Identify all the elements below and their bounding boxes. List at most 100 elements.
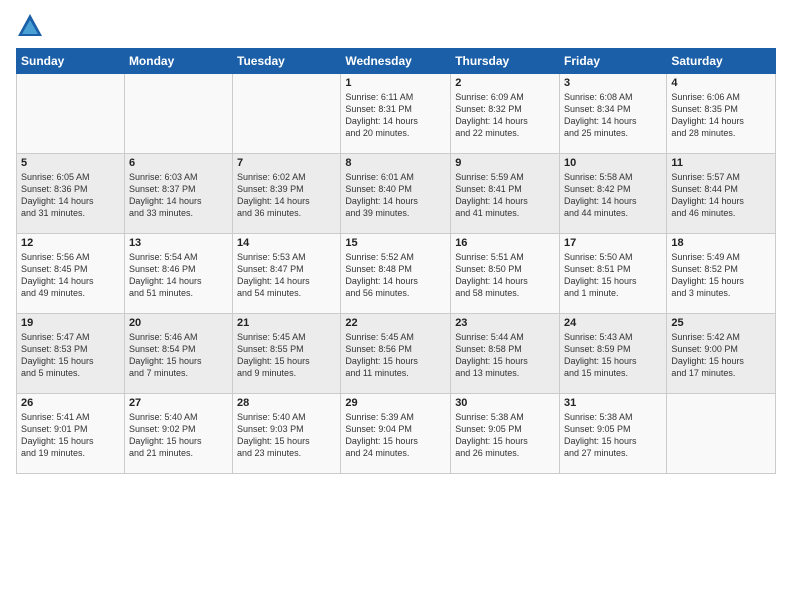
day-info: Sunrise: 6:06 AM Sunset: 8:35 PM Dayligh…	[671, 91, 771, 140]
calendar-week-2: 5 Sunrise: 6:05 AM Sunset: 8:36 PM Daylig…	[17, 154, 776, 234]
day-number: 4	[671, 77, 771, 89]
calendar-cell: 4 Sunrise: 6:06 AM Sunset: 8:35 PM Daylig…	[667, 74, 776, 154]
calendar-cell: 13Sunrise: 5:54 AM Sunset: 8:46 PM Dayli…	[124, 234, 232, 314]
calendar-cell: 28 Sunrise: 5:40 AM Sunset: 9:03 PM Dayli…	[233, 394, 341, 474]
day-number: 2	[455, 77, 555, 89]
day-number: 27	[129, 397, 228, 409]
day-info: Sunrise: 5:56 AM Sunset: 8:45 PM Dayligh…	[21, 251, 120, 300]
day-number: 19	[21, 317, 120, 329]
calendar-cell: 17 Sunrise: 5:50 AM Sunset: 8:51 PM Dayli…	[560, 234, 667, 314]
day-info: Sunrise: 5:59 AM Sunset: 8:41 PM Dayligh…	[455, 171, 555, 220]
calendar-cell: 7 Sunrise: 6:02 AM Sunset: 8:39 PM Daylig…	[233, 154, 341, 234]
day-info: Sunrise: 6:11 AM Sunset: 8:31 PM Dayligh…	[345, 91, 446, 140]
weekday-header-wednesday: Wednesday	[341, 49, 451, 74]
day-info: Sunrise: 6:08 AM Sunset: 8:34 PM Dayligh…	[564, 91, 662, 140]
day-info: Sunrise: 5:40 AM Sunset: 9:03 PM Dayligh…	[237, 411, 336, 460]
day-number: 18	[671, 237, 771, 249]
weekday-header-tuesday: Tuesday	[233, 49, 341, 74]
day-number: 17	[564, 237, 662, 249]
day-number: 28	[237, 397, 336, 409]
calendar-cell: 31 Sunrise: 5:38 AM Sunset: 9:05 PM Dayli…	[560, 394, 667, 474]
day-info: Sunrise: 5:38 AM Sunset: 9:05 PM Dayligh…	[455, 411, 555, 460]
day-info: Sunrise: 6:05 AM Sunset: 8:36 PM Dayligh…	[21, 171, 120, 220]
day-number: 7	[237, 157, 336, 169]
day-info: Sunrise: 5:50 AM Sunset: 8:51 PM Dayligh…	[564, 251, 662, 300]
calendar-cell: 8 Sunrise: 6:01 AM Sunset: 8:40 PM Daylig…	[341, 154, 451, 234]
calendar-cell: 14Sunrise: 5:53 AM Sunset: 8:47 PM Dayli…	[233, 234, 341, 314]
weekday-header-saturday: Saturday	[667, 49, 776, 74]
day-number: 12	[21, 237, 120, 249]
day-info: Sunrise: 5:49 AM Sunset: 8:52 PM Dayligh…	[671, 251, 771, 300]
day-number: 13	[129, 237, 228, 249]
day-number: 9	[455, 157, 555, 169]
calendar-cell: 26 Sunrise: 5:41 AM Sunset: 9:01 PM Dayli…	[17, 394, 125, 474]
day-info: Sunrise: 6:02 AM Sunset: 8:39 PM Dayligh…	[237, 171, 336, 220]
day-number: 24	[564, 317, 662, 329]
weekday-header-friday: Friday	[560, 49, 667, 74]
day-number: 15	[345, 237, 446, 249]
calendar-cell: 12 Sunrise: 5:56 AM Sunset: 8:45 PM Dayli…	[17, 234, 125, 314]
day-info: Sunrise: 5:52 AM Sunset: 8:48 PM Dayligh…	[345, 251, 446, 300]
day-info: Sunrise: 5:44 AM Sunset: 8:58 PM Dayligh…	[455, 331, 555, 380]
logo	[16, 12, 48, 40]
calendar-week-3: 12 Sunrise: 5:56 AM Sunset: 8:45 PM Dayli…	[17, 234, 776, 314]
day-info: Sunrise: 5:58 AM Sunset: 8:42 PM Dayligh…	[564, 171, 662, 220]
calendar-cell: 10 Sunrise: 5:58 AM Sunset: 8:42 PM Dayli…	[560, 154, 667, 234]
calendar-cell	[17, 74, 125, 154]
calendar-cell: 2Sunrise: 6:09 AM Sunset: 8:32 PM Daylig…	[451, 74, 560, 154]
day-number: 20	[129, 317, 228, 329]
page: SundayMondayTuesdayWednesdayThursdayFrid…	[0, 0, 792, 486]
day-number: 30	[455, 397, 555, 409]
day-number: 8	[345, 157, 446, 169]
day-number: 22	[345, 317, 446, 329]
day-info: Sunrise: 6:03 AM Sunset: 8:37 PM Dayligh…	[129, 171, 228, 220]
day-number: 31	[564, 397, 662, 409]
day-number: 5	[21, 157, 120, 169]
calendar-cell: 19 Sunrise: 5:47 AM Sunset: 8:53 PM Dayli…	[17, 314, 125, 394]
day-number: 3	[564, 77, 662, 89]
day-info: Sunrise: 6:01 AM Sunset: 8:40 PM Dayligh…	[345, 171, 446, 220]
calendar-cell	[667, 394, 776, 474]
day-number: 21	[237, 317, 336, 329]
calendar-cell: 27 Sunrise: 5:40 AM Sunset: 9:02 PM Dayli…	[124, 394, 232, 474]
header	[16, 12, 776, 40]
day-info: Sunrise: 5:41 AM Sunset: 9:01 PM Dayligh…	[21, 411, 120, 460]
day-info: Sunrise: 5:39 AM Sunset: 9:04 PM Dayligh…	[345, 411, 446, 460]
day-number: 16	[455, 237, 555, 249]
calendar-cell: 21 Sunrise: 5:45 AM Sunset: 8:55 PM Dayli…	[233, 314, 341, 394]
calendar-cell: 11Sunrise: 5:57 AM Sunset: 8:44 PM Dayli…	[667, 154, 776, 234]
calendar-cell: 16 Sunrise: 5:51 AM Sunset: 8:50 PM Dayli…	[451, 234, 560, 314]
day-info: Sunrise: 5:46 AM Sunset: 8:54 PM Dayligh…	[129, 331, 228, 380]
calendar-cell: 30 Sunrise: 5:38 AM Sunset: 9:05 PM Dayli…	[451, 394, 560, 474]
day-info: Sunrise: 5:45 AM Sunset: 8:56 PM Dayligh…	[345, 331, 446, 380]
day-number: 1	[345, 77, 446, 89]
calendar-cell: 22 Sunrise: 5:45 AM Sunset: 8:56 PM Dayli…	[341, 314, 451, 394]
weekday-header-thursday: Thursday	[451, 49, 560, 74]
calendar-cell: 5 Sunrise: 6:05 AM Sunset: 8:36 PM Daylig…	[17, 154, 125, 234]
calendar-table: SundayMondayTuesdayWednesdayThursdayFrid…	[16, 48, 776, 474]
calendar-cell: 20 Sunrise: 5:46 AM Sunset: 8:54 PM Dayli…	[124, 314, 232, 394]
day-number: 29	[345, 397, 446, 409]
calendar-cell: 25 Sunrise: 5:42 AM Sunset: 9:00 PM Dayli…	[667, 314, 776, 394]
calendar-week-5: 26 Sunrise: 5:41 AM Sunset: 9:01 PM Dayli…	[17, 394, 776, 474]
calendar-cell: 24Sunrise: 5:43 AM Sunset: 8:59 PM Dayli…	[560, 314, 667, 394]
calendar-cell: 3 Sunrise: 6:08 AM Sunset: 8:34 PM Daylig…	[560, 74, 667, 154]
day-info: Sunrise: 5:42 AM Sunset: 9:00 PM Dayligh…	[671, 331, 771, 380]
day-number: 6	[129, 157, 228, 169]
day-info: Sunrise: 5:47 AM Sunset: 8:53 PM Dayligh…	[21, 331, 120, 380]
day-number: 10	[564, 157, 662, 169]
day-info: Sunrise: 5:53 AM Sunset: 8:47 PM Dayligh…	[237, 251, 336, 300]
calendar-cell: 6 Sunrise: 6:03 AM Sunset: 8:37 PM Daylig…	[124, 154, 232, 234]
day-info: Sunrise: 5:40 AM Sunset: 9:02 PM Dayligh…	[129, 411, 228, 460]
calendar-header: SundayMondayTuesdayWednesdayThursdayFrid…	[17, 49, 776, 74]
day-number: 11	[671, 157, 771, 169]
day-info: Sunrise: 5:51 AM Sunset: 8:50 PM Dayligh…	[455, 251, 555, 300]
calendar-cell: 23Sunrise: 5:44 AM Sunset: 8:58 PM Dayli…	[451, 314, 560, 394]
day-number: 25	[671, 317, 771, 329]
calendar-week-4: 19 Sunrise: 5:47 AM Sunset: 8:53 PM Dayli…	[17, 314, 776, 394]
day-info: Sunrise: 5:38 AM Sunset: 9:05 PM Dayligh…	[564, 411, 662, 460]
weekday-header-monday: Monday	[124, 49, 232, 74]
day-number: 26	[21, 397, 120, 409]
logo-icon	[16, 12, 44, 40]
day-info: Sunrise: 5:45 AM Sunset: 8:55 PM Dayligh…	[237, 331, 336, 380]
